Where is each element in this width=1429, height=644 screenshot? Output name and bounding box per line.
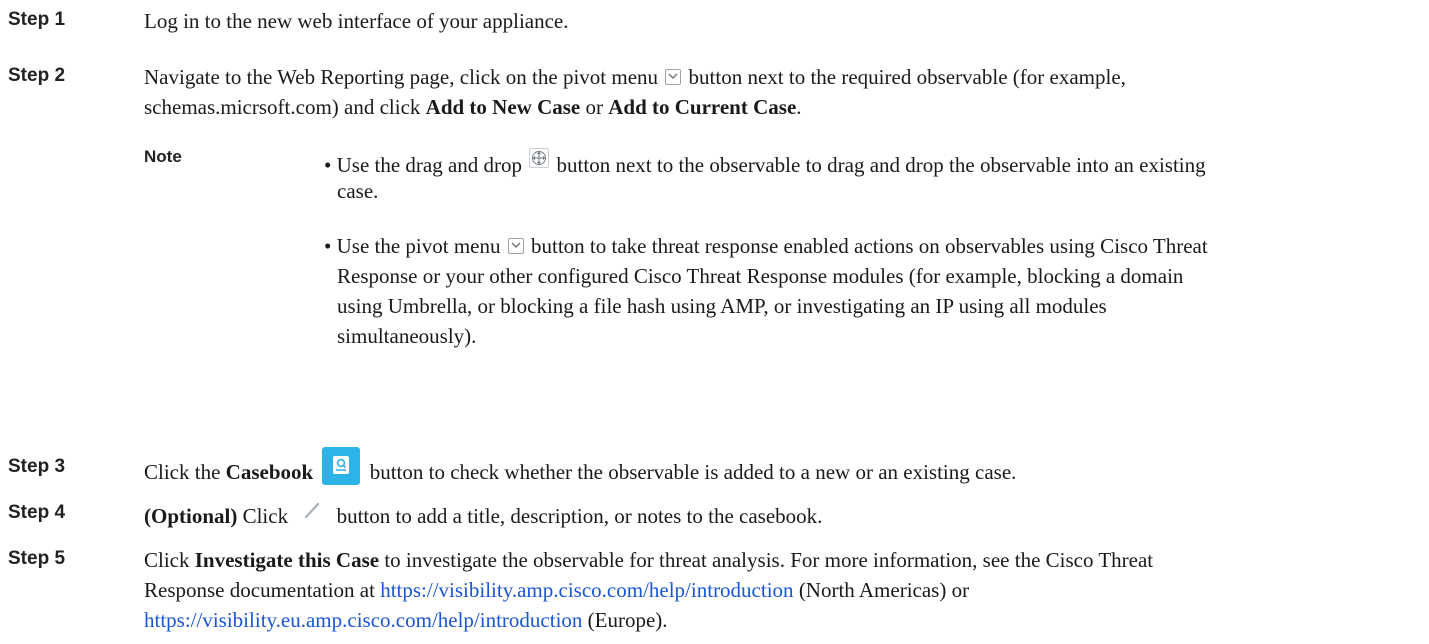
step-2-text-c: schemas.micrsoft.com) and click <box>144 95 426 119</box>
step-4-text: (Optional) Click button to add a title, … <box>144 501 822 529</box>
note-bullet-1-text-a: • Use the drag and drop <box>324 153 523 177</box>
step-1-line1: Log in to the new web interface of your … <box>144 9 569 33</box>
note-bullet-2-line4: simultaneously). <box>337 324 477 348</box>
add-to-new-case-label: Add to New Case <box>425 95 581 119</box>
step-5-text-a: Click <box>144 548 195 572</box>
step-2-period: . <box>796 95 802 119</box>
step-5-line3: https://visibility.eu.amp.cisco.com/help… <box>144 607 668 633</box>
step-2-line2: schemas.micrsoft.com) and click Add to N… <box>144 94 802 120</box>
note-label: Note <box>144 147 182 166</box>
chevron-down-icon[interactable] <box>507 238 524 254</box>
step-1-label: Step 1 <box>8 9 66 30</box>
step-5-text-f: (Europe). <box>582 608 668 632</box>
step-3-label: Step 3 <box>8 456 66 477</box>
link-visibility-eu[interactable]: https://visibility.eu.amp.cisco.com/help… <box>144 608 582 632</box>
pencil-icon[interactable] <box>301 501 323 521</box>
casebook-icon[interactable] <box>322 447 361 485</box>
step-3-text: Click the Casebook button to check wheth… <box>144 447 1016 485</box>
casebook-label: Casebook <box>225 460 314 484</box>
step-2-line1: Navigate to the Web Reporting page, clic… <box>144 64 1126 90</box>
step-2-or: or <box>580 95 609 119</box>
move-arrows-icon[interactable] <box>529 148 550 168</box>
note-bullet-2-text-b: button to take threat response enabled a… <box>531 234 1208 258</box>
step-3-text-c: button to check whether the observable i… <box>369 460 1017 484</box>
step-5-label: Step 5 <box>8 548 66 569</box>
step-1-text: Log in to the new web interface of your … <box>144 8 569 34</box>
step-2-text-a: Navigate to the Web Reporting page, clic… <box>144 65 659 89</box>
step-2-label: Step 2 <box>8 65 66 86</box>
step-4-label: Step 4 <box>8 502 66 523</box>
step-5-text-c: to investigate the observable for threat… <box>379 548 1154 572</box>
chevron-down-icon[interactable] <box>665 69 682 85</box>
note-bullet-1: • Use the drag and drop button next to t… <box>324 148 1206 178</box>
step-5-line1: Click Investigate this Case to investiga… <box>144 547 1153 573</box>
step-5-text-d: Response documentation at <box>144 578 381 602</box>
step-5-line2: Response documentation at https://visibi… <box>144 577 969 603</box>
optional-label: (Optional) <box>144 504 238 528</box>
step-4-click: Click <box>237 504 289 528</box>
step-4-text-c: button to add a title, description, or n… <box>336 504 823 528</box>
investigate-case-label: Investigate this Case <box>194 548 380 572</box>
step-2-text-b: button next to the required observable (… <box>688 65 1126 89</box>
note-bullet-2-line2: Response or your other configured Cisco … <box>337 264 1184 288</box>
step-5-text-e: (North Americas) or <box>793 578 970 602</box>
note-bullet-2-line3: using Umbrella, or blocking a file hash … <box>337 294 1107 318</box>
add-to-current-case-label: Add to Current Case <box>608 95 797 119</box>
note-bullet-1-cont: case. <box>337 179 379 203</box>
note-bullet-1-text-b: button next to the observable to drag an… <box>556 153 1206 177</box>
link-visibility-na[interactable]: https://visibility.amp.cisco.com/help/in… <box>380 578 793 602</box>
note-bullet-2: • Use the pivot menu button to take thre… <box>324 233 1208 259</box>
note-bullet-2-text-a: • Use the pivot menu <box>324 234 501 258</box>
step-3-text-a: Click the <box>144 460 226 484</box>
